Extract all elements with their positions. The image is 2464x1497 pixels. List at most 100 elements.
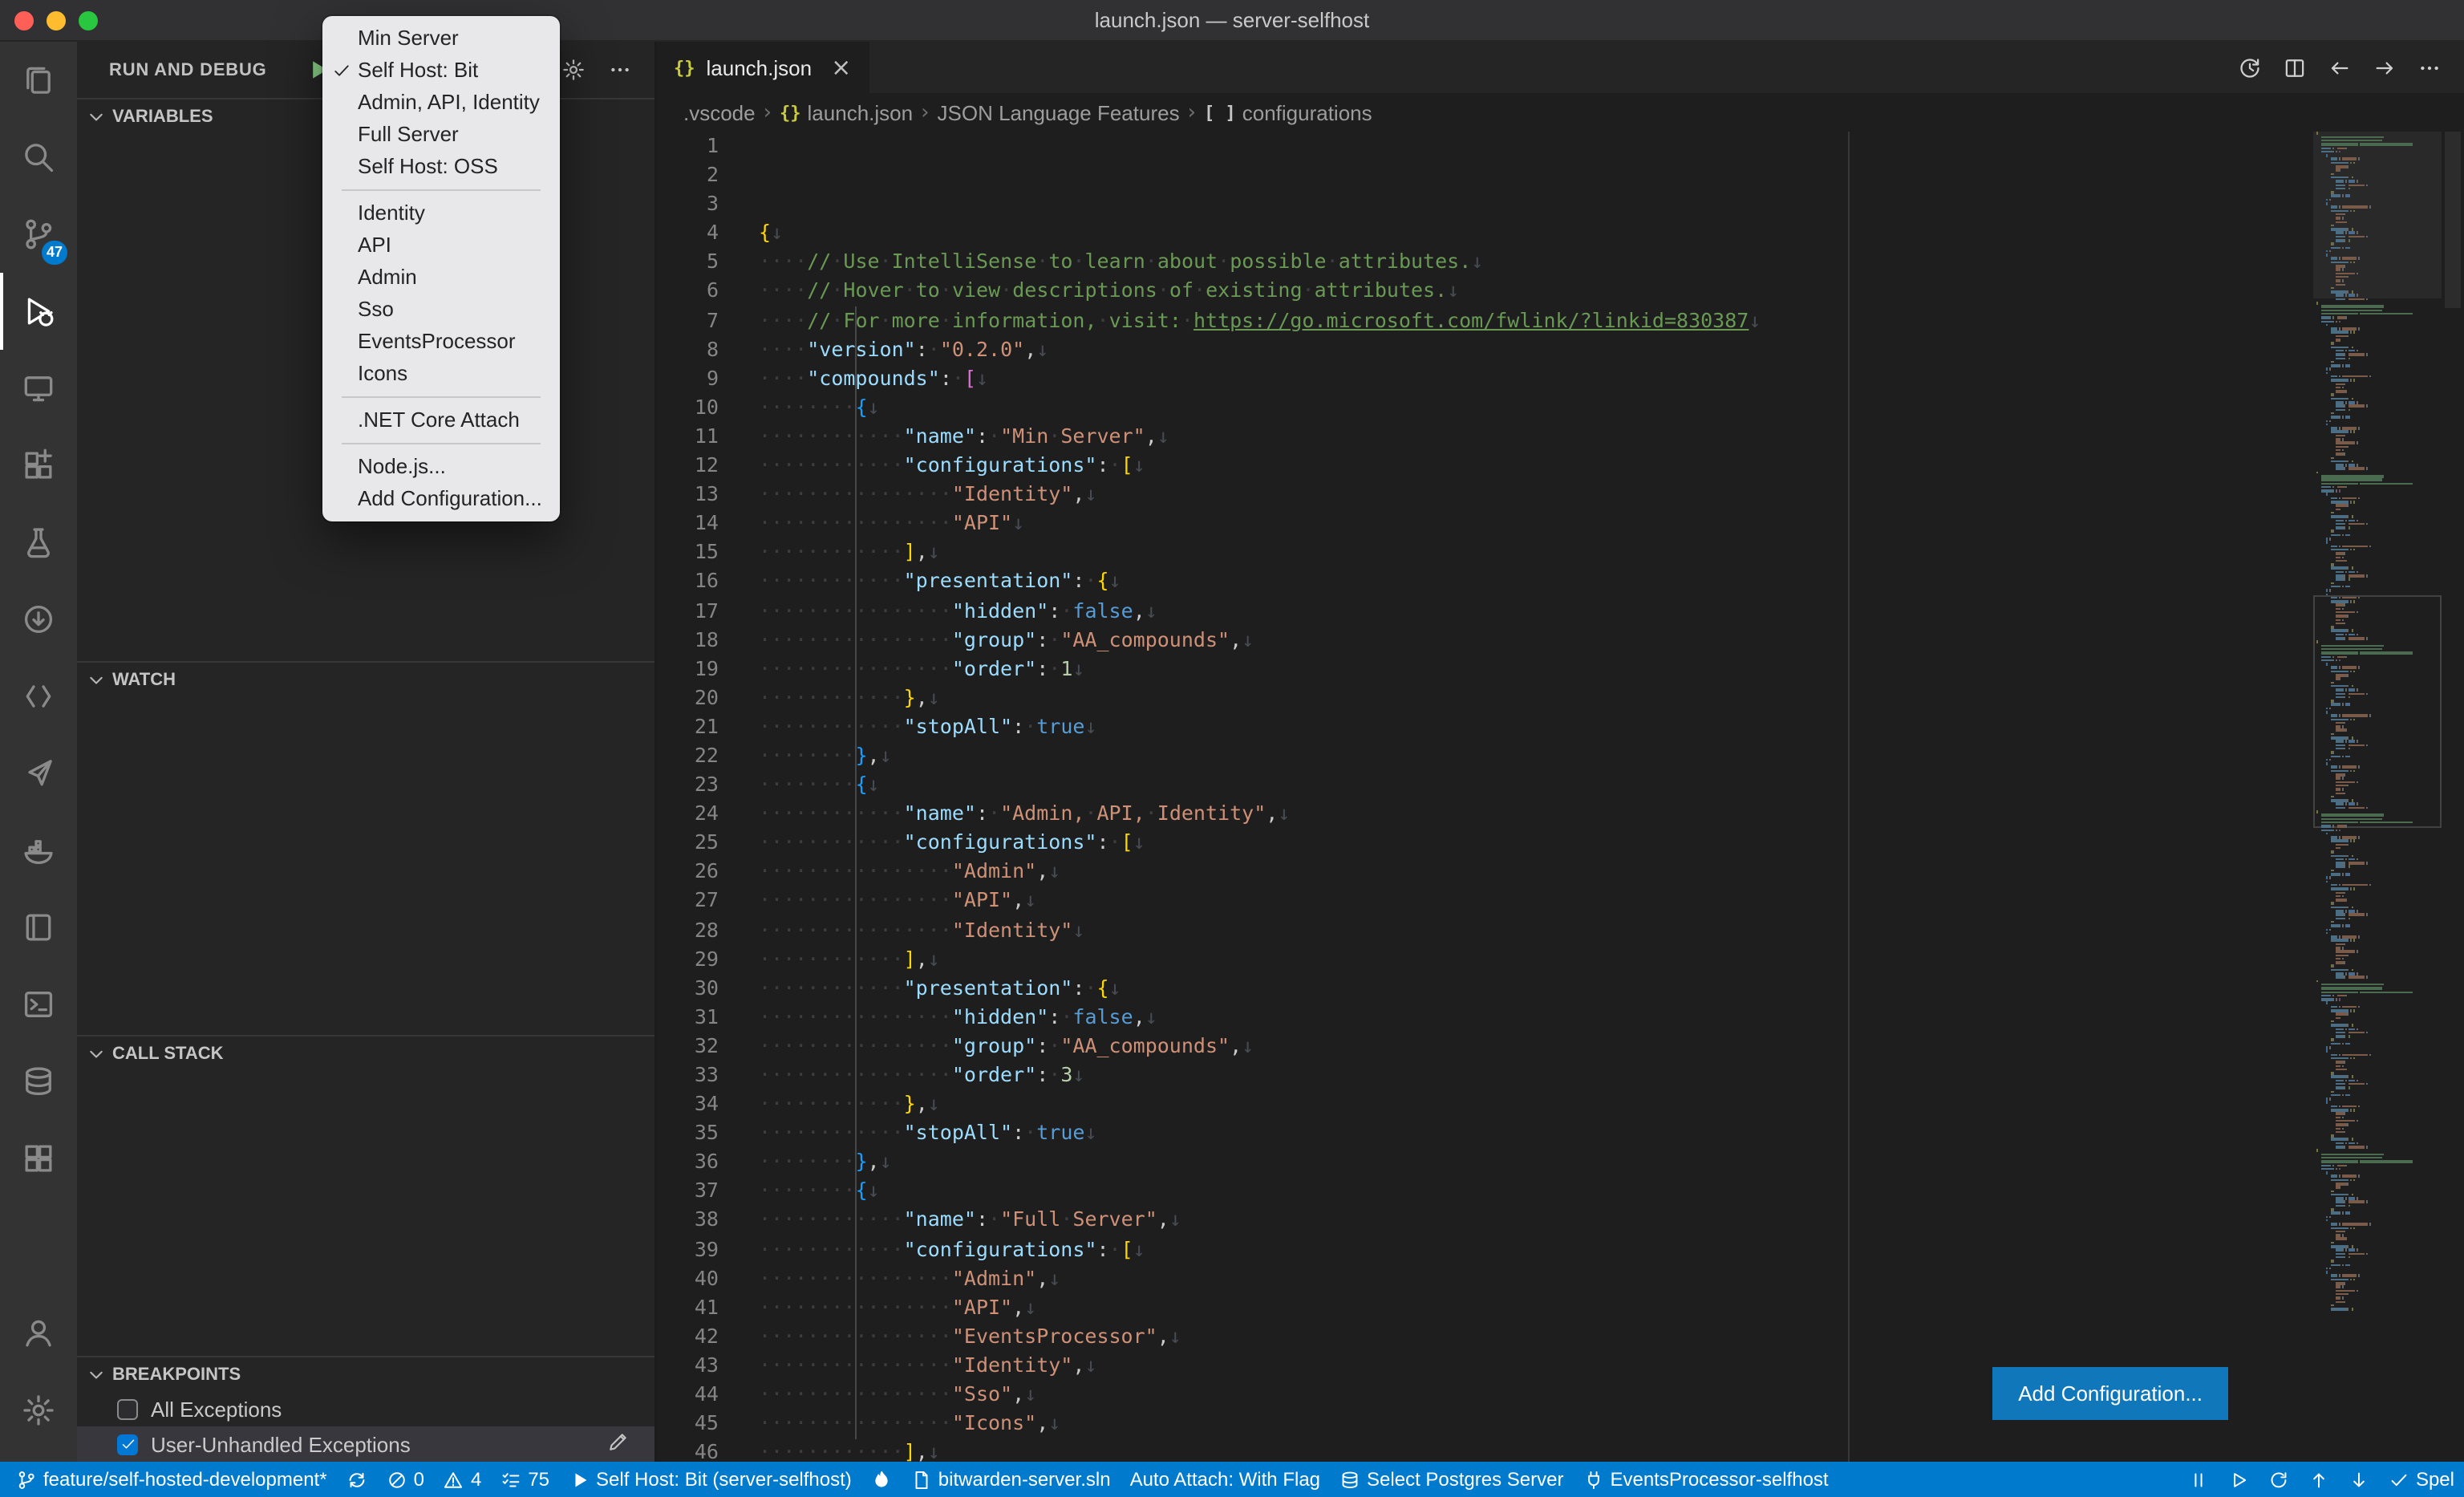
line-number: 9 [656, 364, 719, 393]
menu-item-node-js[interactable]: Node.js... [322, 451, 560, 483]
problems-warnings-icon [444, 1469, 464, 1490]
breakpoint-checkbox[interactable] [117, 1398, 138, 1419]
menu-item-self-host-bit[interactable]: Self Host: Bit [322, 55, 560, 87]
menu-item-sso[interactable]: Sso [322, 294, 560, 326]
breadcrumb-item-json-language-features[interactable]: JSON Language Features [938, 100, 1180, 124]
activity-extensions-icon[interactable] [0, 427, 77, 504]
more-actions-icon[interactable] [2417, 55, 2442, 79]
menu-item-identity[interactable]: Identity [322, 197, 560, 229]
activity-nuget-icon[interactable] [0, 581, 77, 658]
status-sync[interactable] [337, 1462, 377, 1497]
menu-item-label: API [358, 233, 391, 257]
debug-settings-gear-icon[interactable] [561, 58, 586, 82]
activity-object-explorer-icon[interactable] [0, 658, 77, 735]
line-number: 13 [656, 480, 719, 509]
zoom-window-button[interactable] [79, 11, 98, 30]
minimap[interactable] [2313, 132, 2442, 1462]
minimize-window-button[interactable] [47, 11, 66, 30]
code-line: ············"stopAll":·true↓ [759, 1118, 2464, 1147]
breadcrumb-item-configurations[interactable]: [ ]configurations [1204, 100, 1372, 124]
activity-postgresql-icon[interactable] [0, 1043, 77, 1120]
status-auto-attach[interactable]: Auto Attach: With Flag [1121, 1462, 1330, 1497]
activity-source-control-icon[interactable]: 47 [0, 196, 77, 273]
status-problems-warnings[interactable]: 4 [434, 1462, 491, 1497]
menu-item-label: Admin, API, Identity [358, 90, 540, 114]
code-content[interactable]: {↓····//·Use·IntelliSense·to·learn·about… [759, 132, 2464, 1462]
chevron-down-icon [85, 668, 107, 691]
activity-search-icon[interactable] [0, 119, 77, 196]
menu-item-label: Self Host: Bit [358, 58, 478, 82]
line-number: 31 [656, 1003, 719, 1032]
breakpoint-row[interactable]: All Exceptions [77, 1391, 654, 1426]
close-window-button[interactable] [14, 11, 34, 30]
navigate-forward-icon[interactable] [2373, 55, 2397, 79]
menu-item-icons[interactable]: Icons [322, 358, 560, 390]
chevron-down-icon [85, 1042, 107, 1065]
status-solution-label: bitwarden-server.sln [938, 1468, 1111, 1491]
menu-item-api[interactable]: API [322, 229, 560, 262]
status-arrow-up[interactable] [2299, 1462, 2339, 1497]
menu-item-add-configuration[interactable]: Add Configuration... [322, 483, 560, 515]
activity-window-layout-icon[interactable] [0, 1120, 77, 1197]
status-refresh[interactable] [2259, 1462, 2299, 1497]
activity-remote-explorer-icon[interactable] [0, 350, 77, 427]
status-git-branch-label: feature/self-hosted-development* [43, 1468, 327, 1491]
activity-manage-icon[interactable] [0, 1372, 77, 1449]
code-line: ····//·For·more·information,·visit:·http… [759, 306, 2464, 335]
code-line: ················"order":·1↓ [759, 654, 2464, 683]
status-solution[interactable]: bitwarden-server.sln [902, 1462, 1121, 1497]
tab-bar: {} launch.json × [656, 42, 2464, 93]
menu-item-min-server[interactable]: Min Server [322, 22, 560, 55]
activity-accounts-icon[interactable] [0, 1295, 77, 1372]
close-tab-icon[interactable]: × [831, 53, 851, 82]
debug-more-actions-icon[interactable] [608, 58, 632, 82]
status-postgres-server[interactable]: Select Postgres Server [1330, 1462, 1573, 1497]
line-number: 22 [656, 741, 719, 770]
status-bar: feature/self-hosted-development* 0475Self… [0, 1462, 2464, 1497]
chevron-down-icon [85, 105, 107, 128]
add-configuration-button[interactable]: Add Configuration... [1992, 1367, 2228, 1420]
split-editor-icon[interactable] [2283, 55, 2307, 79]
tab-launch-json[interactable]: {} launch.json × [656, 42, 869, 93]
navigate-back-icon[interactable] [2328, 55, 2352, 79]
menu-item-admin[interactable]: Admin [322, 262, 560, 294]
activity-explorer-icon[interactable] [0, 42, 77, 119]
editor-scrollbar[interactable] [2442, 132, 2464, 1462]
status-todo-count[interactable]: 75 [491, 1462, 559, 1497]
activity-docker-icon[interactable] [0, 812, 77, 889]
breadcrumb-item-launch-json[interactable]: {}launch.json [780, 100, 913, 124]
line-number: 29 [656, 944, 719, 973]
activity-run-and-debug-icon[interactable] [0, 273, 77, 350]
activity-bar-top: 47 [0, 42, 77, 1197]
status-git-branch[interactable]: feature/self-hosted-development* [6, 1462, 337, 1497]
status-arrow-down[interactable] [2339, 1462, 2379, 1497]
activity-notebooks-icon[interactable] [0, 889, 77, 966]
status-pause[interactable] [2178, 1462, 2219, 1497]
status-problems-errors[interactable]: 0 [377, 1462, 434, 1497]
status-spell-checker[interactable]: Spel [2379, 1462, 2464, 1497]
menu-item-net-core-attach[interactable]: .NET Core Attach [322, 404, 560, 436]
section-breakpoints[interactable]: BREAKPOINTS [77, 1356, 654, 1391]
line-number: 38 [656, 1206, 719, 1235]
activity-terminal-tools-icon[interactable] [0, 966, 77, 1043]
breadcrumb-item--vscode[interactable]: .vscode [683, 100, 756, 124]
breakpoint-row[interactable]: User-Unhandled Exceptions [77, 1426, 654, 1462]
menu-item-self-host-oss[interactable]: Self Host: OSS [322, 151, 560, 183]
menu-item-admin-api-identity[interactable]: Admin, API, Identity [322, 87, 560, 119]
status-events-processor[interactable]: EventsProcessor-selfhost [1573, 1462, 1838, 1497]
scrollbar-thumb[interactable] [2445, 132, 2461, 308]
status-play[interactable] [2219, 1462, 2259, 1497]
timeline-icon[interactable] [2238, 55, 2262, 79]
status-debug-configuration[interactable]: Self Host: Bit (server-selfhost) [559, 1462, 861, 1497]
menu-item-eventsprocessor[interactable]: EventsProcessor [322, 326, 560, 358]
activity-bar: 47 [0, 42, 77, 1462]
edit-pencil-icon[interactable] [606, 1431, 629, 1454]
code-line: ············"name":·"Admin,·API,·Identit… [759, 799, 2464, 828]
menu-item-full-server[interactable]: Full Server [322, 119, 560, 151]
section-watch[interactable]: WATCH [77, 661, 654, 696]
status-hot-reload[interactable] [861, 1462, 902, 1497]
section-call-stack[interactable]: CALL STACK [77, 1035, 654, 1070]
activity-testing-icon[interactable] [0, 504, 77, 581]
activity-live-share-icon[interactable] [0, 735, 77, 812]
breakpoint-checkbox[interactable] [117, 1434, 138, 1454]
